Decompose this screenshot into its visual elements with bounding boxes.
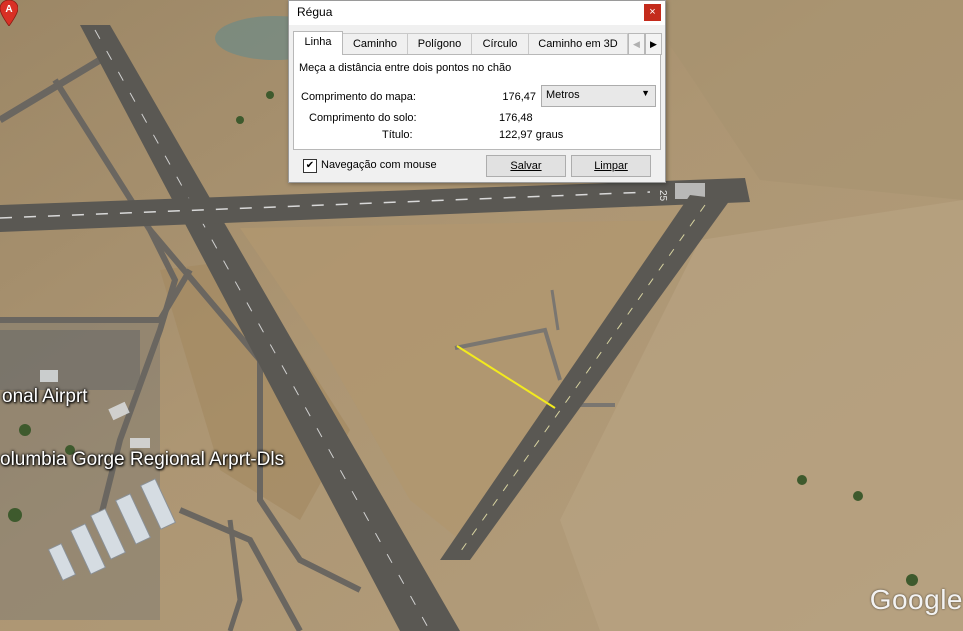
tab-caminho-3d[interactable]: Caminho em 3D (528, 33, 628, 54)
ruler-dialog: Régua × Linha Caminho Polígono Círculo C… (288, 0, 666, 183)
map-length-value: 176,47 (502, 91, 536, 103)
ground-length-label: Comprimento do solo: (309, 112, 417, 124)
map-label-region[interactable]: olumbia Gorge Regional Arprt-Dls (0, 449, 284, 471)
heading-value: 122,97 graus (499, 129, 564, 141)
line-tab-panel: Meça a distância entre dois pontos no ch… (293, 54, 661, 150)
dialog-title: Régua (297, 5, 333, 19)
location-pin-icon[interactable]: A (0, 0, 18, 26)
tab-caminho[interactable]: Caminho (342, 33, 408, 54)
ground-length-value: 176,48 (499, 112, 533, 124)
tab-circulo[interactable]: Círculo (471, 33, 529, 54)
map-length-label: Comprimento do mapa: (301, 91, 416, 103)
save-button[interactable]: Salvar (486, 155, 566, 177)
unit-select[interactable]: Metros ▼ (541, 85, 656, 107)
tab-poligono[interactable]: Polígono (407, 33, 472, 54)
panel-description: Meça a distância entre dois pontos no ch… (299, 62, 512, 74)
tab-linha[interactable]: Linha (293, 31, 343, 55)
google-watermark: Google (869, 584, 963, 615)
close-icon: × (649, 6, 656, 18)
tab-scroll-right-icon[interactable]: ▶ (645, 33, 662, 55)
mouse-navigation-checkbox[interactable]: ✔ (303, 159, 317, 173)
tab-strip: Linha Caminho Polígono Círculo Caminho e… (293, 31, 662, 55)
map-label-airport[interactable]: onal Airprt (2, 386, 88, 408)
chevron-down-icon: ▼ (641, 88, 650, 98)
clear-button[interactable]: Limpar (571, 155, 651, 177)
close-button[interactable]: × (644, 4, 661, 21)
mouse-navigation-label: Navegação com mouse (321, 159, 437, 171)
checkmark-icon: ✔ (305, 160, 315, 171)
dialog-titlebar[interactable]: Régua × (289, 1, 665, 25)
heading-label: Título: (382, 129, 413, 141)
runway-marking: 25 (657, 190, 668, 202)
pin-letter: A (5, 4, 12, 15)
unit-select-value: Metros (546, 89, 580, 101)
tab-scroll-left-icon[interactable]: ◀ (628, 33, 645, 55)
